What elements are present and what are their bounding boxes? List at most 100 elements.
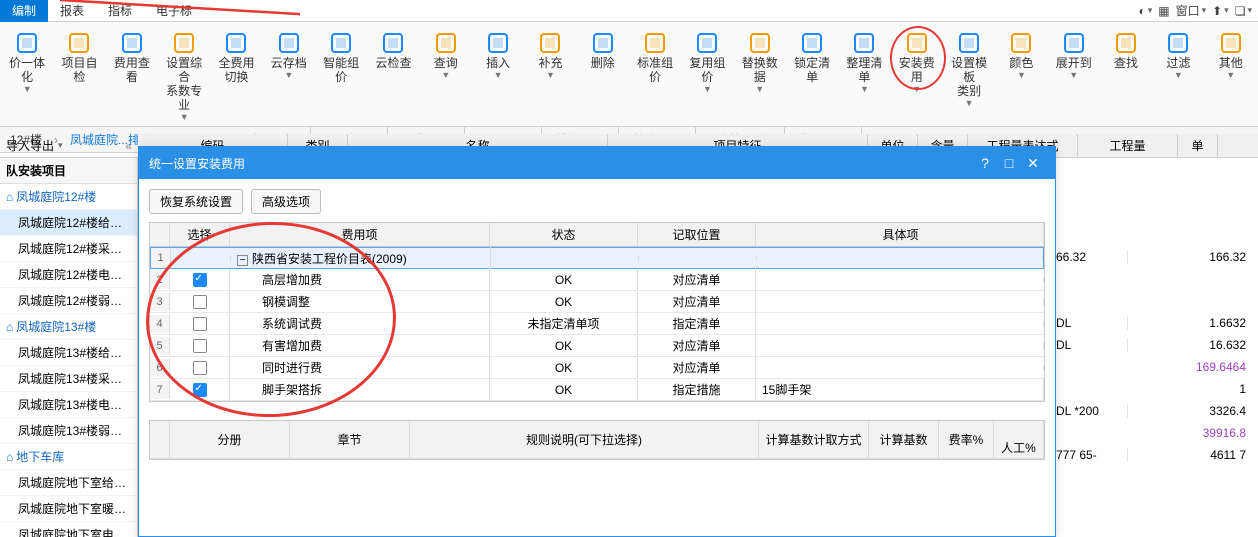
checkbox[interactable] [193,339,207,353]
ribbon-label: 补充 [538,56,562,70]
ribbon-reuse-group[interactable]: 复用组价▼ [684,28,730,96]
sidebar-item[interactable]: 凤城庭院地下室给排水 [0,470,137,496]
ribbon-label: 查找 [1114,56,1138,70]
ribbon-color[interactable]: 颜色▼ [998,28,1044,82]
fee-item-row[interactable]: 3钢模调整OK对应清单 [150,291,1044,313]
ribbon-label: 查询 [434,56,458,70]
sidebar-item[interactable]: 凤城庭院12#楼采暖工 [0,236,137,262]
ribbon-label: 价一体化 [4,56,50,84]
sidebar-item[interactable]: 凤城庭院12#楼 [0,184,137,210]
fee-item-row[interactable]: 5有害增加费OK对应清单 [150,335,1044,357]
data-row[interactable] [1056,180,1258,202]
dialog-help-button[interactable]: ? [973,155,997,171]
ribbon-delete[interactable]: 删除 [580,28,626,72]
chevron-down-icon: ▼ [912,84,921,94]
chevron-down-icon: ▼ [284,70,293,80]
user-avatar[interactable]: ◐▾ [1138,4,1152,18]
data-row[interactable]: 39916.8 [1056,422,1258,444]
ribbon-project-selfcheck[interactable]: 项目自检 [56,28,102,86]
import-export-bar[interactable]: 导入导出 ▾ « [0,134,138,158]
grid-header-cell[interactable]: 工程量 [1078,134,1178,157]
ribbon-set-comprehensive[interactable]: 设置综合系数专业▼ [161,28,207,124]
ribbon-insert[interactable]: 插入▼ [475,28,521,82]
window-menu[interactable]: 窗口▾ [1176,2,1207,19]
tree-toggle[interactable]: − [237,255,248,266]
ribbon-supplement[interactable]: 补充▼ [527,28,573,82]
dialog-max-button[interactable]: □ [997,155,1021,171]
data-row[interactable]: 169.6464 [1056,356,1258,378]
fee-item-row[interactable]: 2高层增加费OK对应清单 [150,269,1044,291]
ribbon-full-fee-switch[interactable]: 全费用切换 [213,28,259,86]
sidebar-item[interactable]: 凤城庭院13#楼采暖工 [0,366,137,392]
menu-tab-compile[interactable]: 编制 [0,0,48,22]
up-icon[interactable]: ⬆▾ [1212,4,1229,18]
ribbon-fee-view[interactable]: 费用查看 [109,28,155,86]
data-row[interactable]: DL1.6632 [1056,312,1258,334]
sidebar-item[interactable]: 凤城庭院13#楼弱电预 [0,418,137,444]
checkbox[interactable] [193,383,207,397]
checkbox[interactable] [193,295,207,309]
data-row[interactable]: DL *2003326.4 [1056,400,1258,422]
grid-icon[interactable]: ▦ [1158,4,1169,18]
ribbon-replace-data[interactable]: 替换数据▼ [737,28,783,96]
ribbon-install-fee[interactable]: 安装费用▼ [894,28,940,96]
sidebar-item[interactable]: 地下车库 [0,444,137,470]
ribbon-cloud-archive[interactable]: 云存档▼ [266,28,312,82]
sidebar-item[interactable]: 凤城庭院13#楼给排水 [0,340,137,366]
ribbon-standard-group[interactable]: 标准组价 [632,28,678,86]
dialog-close-button[interactable]: ✕ [1021,155,1045,172]
down-icon[interactable]: ❏▾ [1235,4,1252,18]
data-row[interactable] [1056,268,1258,290]
sidebar-item[interactable]: 凤城庭院12#楼电气工 [0,262,137,288]
data-row[interactable]: 777 65-4611 7 [1056,444,1258,466]
sidebar-item[interactable]: 凤城庭院13#楼 [0,314,137,340]
data-row[interactable]: 66.32166.32 [1056,246,1258,268]
ribbon-label: 颜色 [1009,56,1033,70]
data-row[interactable] [1056,290,1258,312]
project-sidebar: 队安装项目 凤城庭院12#楼凤城庭院12#楼给排水凤城庭院12#楼采暖工凤城庭院… [0,158,138,537]
menu-tab-ebid[interactable]: 电子标 [144,0,204,22]
ribbon-clean-list[interactable]: 整理清单▼ [841,28,887,96]
fee-item-row[interactable]: 6同时进行费OK对应清单 [150,357,1044,379]
ribbon-smart-group[interactable]: 智能组价 [318,28,364,86]
checkbox[interactable] [193,273,207,287]
menu-tab-report[interactable]: 报表 [48,0,96,22]
restore-defaults-button[interactable]: 恢复系统设置 [149,189,243,214]
ribbon-lock-list[interactable]: 锁定清单 [789,28,835,86]
chevron-down-icon: ▼ [755,84,764,94]
sidebar-item[interactable]: 凤城庭院地下室电气工 [0,522,137,537]
full-fee-switch-icon [222,30,250,56]
checkbox[interactable] [193,317,207,331]
sidebar-item[interactable]: 凤城庭院13#楼电气工 [0,392,137,418]
fee-item-row[interactable]: 7脚手架搭拆OK指定措施15脚手架 [150,379,1044,401]
set-template-icon [955,30,983,56]
sidebar-item[interactable]: 凤城庭院12#楼给排水 [0,210,137,236]
grid-header-cell[interactable]: 单 [1178,134,1218,157]
ribbon-cloud-check[interactable]: 云检查 [370,28,416,72]
data-row[interactable]: DL16.632 [1056,334,1258,356]
data-row[interactable]: 1 [1056,378,1258,400]
sidebar-item[interactable]: 凤城庭院地下室暖气工 [0,496,137,522]
delete-icon [589,30,617,56]
ribbon-label: 锁定清单 [789,56,835,84]
ribbon-find[interactable]: 查找 [1103,28,1149,72]
ribbon-price-integrate[interactable]: 价一体化▼ [4,28,50,96]
dialog-titlebar[interactable]: 统一设置安装费用 ? □ ✕ [139,147,1055,179]
ribbon-set-template[interactable]: 设置模板类别▼ [946,28,992,110]
collapse-icon[interactable]: « [125,139,132,153]
menu-tab-index[interactable]: 指标 [96,0,144,22]
data-row[interactable] [1056,202,1258,224]
data-row[interactable] [1056,224,1258,246]
checkbox[interactable] [193,361,207,375]
fee-item-row[interactable]: 1−陕西省安装工程价目表(2009) [150,247,1044,269]
fee-item-row[interactable]: 4系统调试费未指定清单项指定清单 [150,313,1044,335]
right-data-columns: 66.32166.32 DL1.6632DL16.632169.64641DL *… [1056,158,1258,537]
ribbon-expand-to[interactable]: 展开到▼ [1051,28,1097,82]
ribbon-other[interactable]: 其他▼ [1208,28,1254,82]
sidebar-item[interactable]: 凤城庭院12#楼弱电预 [0,288,137,314]
advanced-options-button[interactable]: 高级选项 [251,189,321,214]
ribbon-label: 云检查 [375,56,411,70]
ribbon-query[interactable]: 查询▼ [423,28,469,82]
data-row[interactable] [1056,158,1258,180]
ribbon-filter[interactable]: 过滤▼ [1155,28,1201,82]
